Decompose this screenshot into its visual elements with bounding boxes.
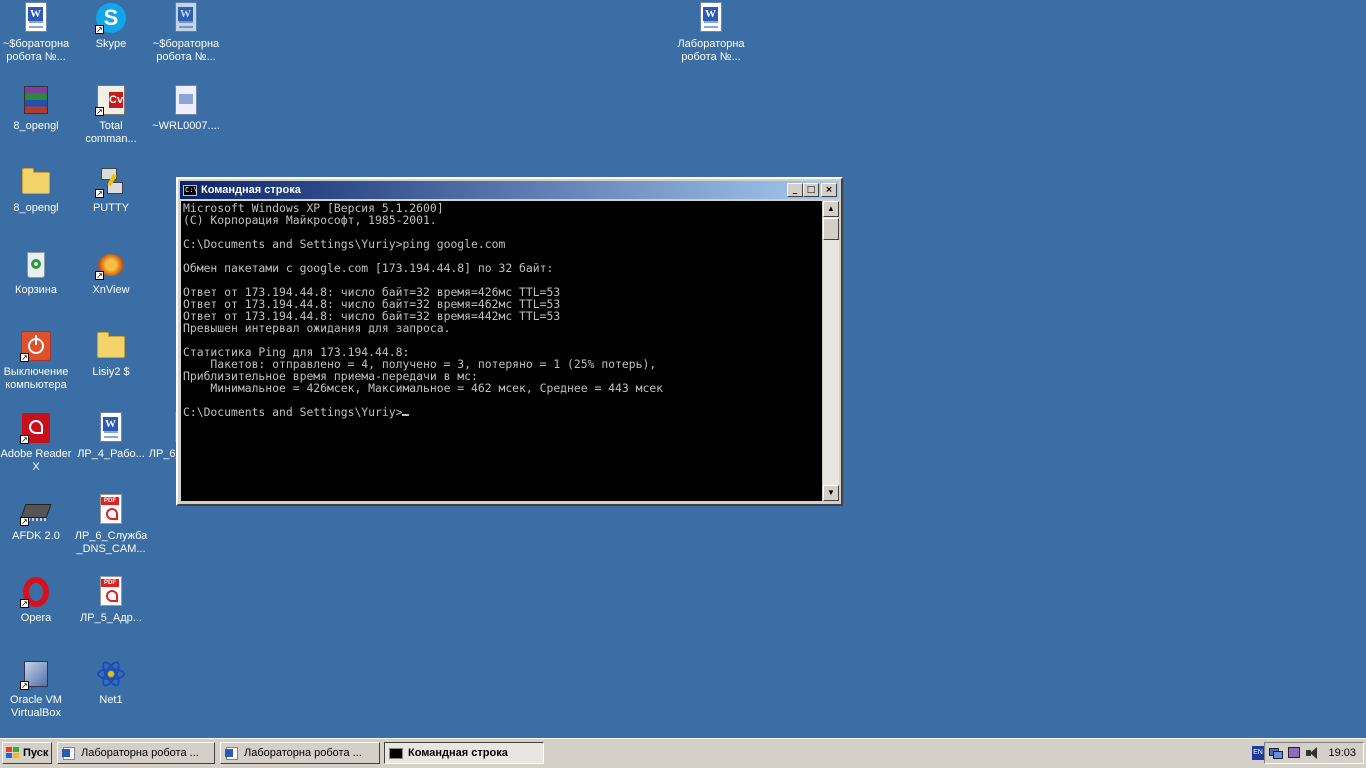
- network-icon[interactable]: [1269, 746, 1283, 759]
- desktop-icon-8-opengl-archive[interactable]: 8_opengl: [0, 82, 74, 160]
- taskbar-item-label: Командная строка: [408, 747, 508, 759]
- start-label: Пуск: [23, 747, 49, 759]
- word-document-icon: W: [20, 2, 52, 34]
- desktop-icon-skype[interactable]: S ↗ Skype: [73, 0, 149, 78]
- desktop-icon-word-temp-2[interactable]: W ~$бораторна робота №...: [148, 0, 224, 78]
- desktop-icon-xnview[interactable]: ↗ XnView: [73, 246, 149, 324]
- close-button[interactable]: ×: [821, 183, 837, 197]
- desktop-icon-afdk[interactable]: ↗ AFDK 2.0: [0, 492, 74, 570]
- word-document-icon: [225, 746, 239, 760]
- volume-icon[interactable]: [1305, 746, 1319, 759]
- taskbar-item-command-prompt[interactable]: Командная строка: [384, 742, 544, 764]
- desktop-icon-adobe-reader[interactable]: ↗ Adobe Reader X: [0, 410, 74, 488]
- icon-label: Adobe Reader X: [0, 448, 72, 473]
- icon-label: Opera: [20, 612, 52, 624]
- start-button[interactable]: Пуск: [2, 742, 52, 764]
- word-document-icon: W: [170, 2, 202, 34]
- desktop-icon-lr6-pdf[interactable]: PDF ЛР_6_Служба_DNS_CAM...: [73, 492, 149, 570]
- pdf-document-icon: PDF: [95, 494, 127, 526]
- maximize-button[interactable]: □: [803, 183, 819, 197]
- total-commander-icon: Cv ↗: [95, 84, 127, 116]
- desktop-icon-putty[interactable]: ↗ PUTTY: [73, 164, 149, 242]
- word-document-icon: W: [95, 412, 127, 444]
- icon-label: Корзина: [15, 284, 57, 296]
- putty-icon: ↗: [95, 166, 127, 198]
- icon-label: Oracle VM VirtualBox: [10, 694, 62, 719]
- icon-label: XnView: [92, 284, 130, 296]
- opera-icon: ↗: [20, 576, 52, 608]
- scroll-up-button[interactable]: ▲: [823, 201, 839, 217]
- icon-label: Net1: [99, 694, 123, 706]
- word-document-icon: W: [695, 2, 727, 34]
- taskbar-item-word-1[interactable]: Лабораторна робота ...: [57, 742, 215, 764]
- virtualbox-icon: ↗: [20, 658, 52, 690]
- taskbar-item-label: Лабораторна робота ...: [81, 747, 199, 759]
- wrl-file-icon: [170, 84, 202, 116]
- recycle-bin-icon: [20, 248, 52, 280]
- icon-label: 8_opengl: [13, 202, 59, 214]
- icon-label: PUTTY: [92, 202, 130, 214]
- desktop-icon-word-temp-1[interactable]: W ~$бораторна робота №...: [0, 0, 74, 78]
- desktop-icon-total-commander[interactable]: Cv ↗ Total comman...: [73, 82, 149, 160]
- word-document-icon: [62, 746, 76, 760]
- window-title: Командная строка: [201, 184, 301, 196]
- folder-icon: [20, 166, 52, 198]
- icon-label: Lisiy2 $: [92, 366, 130, 378]
- scroll-thumb[interactable]: [823, 218, 839, 240]
- pdf-document-icon: PDF: [95, 576, 127, 608]
- icon-label: Выключение компьютера: [3, 366, 69, 391]
- taskbar-item-label: Лабораторна робота ...: [244, 747, 362, 759]
- chip-icon: ↗: [20, 494, 52, 526]
- desktop-icon-net1[interactable]: Net1: [73, 656, 149, 734]
- console-output[interactable]: Microsoft Windows XP [Версия 5.1.2600] (…: [181, 201, 822, 501]
- xnview-icon: ↗: [95, 248, 127, 280]
- atom-icon: [95, 658, 127, 690]
- language-indicator[interactable]: EN: [1252, 746, 1264, 760]
- scroll-down-button[interactable]: ▼: [823, 485, 839, 501]
- minimize-button[interactable]: _: [787, 183, 803, 197]
- console-app-icon: C:\: [183, 184, 198, 196]
- desktop-icon-virtualbox[interactable]: ↗ Oracle VM VirtualBox: [0, 656, 74, 734]
- desktop-icon-wrl-file[interactable]: ~WRL0007....: [148, 82, 224, 160]
- desktop-icon-lr4-doc[interactable]: W ЛР_4_Рабо...: [73, 410, 149, 488]
- skype-icon: S ↗: [95, 2, 127, 34]
- windows-flag-icon: [6, 747, 20, 759]
- taskbar: Пуск Лабораторна робота ... Лабораторна …: [0, 738, 1366, 768]
- system-tray: EN 19:03: [1252, 742, 1364, 764]
- icon-label: Total comman...: [85, 120, 137, 145]
- text-cursor: [402, 414, 410, 416]
- icon-label: ЛР_4_Рабо...: [77, 448, 145, 460]
- console-text: Microsoft Windows XP [Версия 5.1.2600] (…: [183, 201, 664, 419]
- command-prompt-window[interactable]: C:\ Командная строка _ □ × Microsoft Win…: [176, 177, 843, 506]
- desktop-icon-lab-report[interactable]: W Лабораторна робота №...: [673, 0, 749, 78]
- icon-label: Лабораторна робота №...: [677, 38, 745, 63]
- icon-label: ЛР_5_Адр...: [80, 612, 142, 624]
- desktop-icon-lr5-pdf[interactable]: PDF ЛР_5_Адр...: [73, 574, 149, 652]
- desktop-icon-lisiy2-folder[interactable]: Lisiy2 $: [73, 328, 149, 406]
- icon-label: ~$бораторна робота №...: [152, 38, 220, 63]
- window-titlebar[interactable]: C:\ Командная строка _ □ ×: [180, 181, 839, 199]
- icon-label: ~WRL0007....: [152, 120, 220, 132]
- winrar-archive-icon: [20, 84, 52, 116]
- desktop-icon-8-opengl-folder[interactable]: 8_opengl: [0, 164, 74, 242]
- icon-label: ЛР_6_Служба_DNS_CAM...: [74, 530, 148, 555]
- taskbar-item-word-2[interactable]: Лабораторна робота ...: [220, 742, 380, 764]
- icon-label: 8_opengl: [13, 120, 59, 132]
- console-app-icon: [389, 747, 403, 760]
- vertical-scrollbar[interactable]: ▲ ▼: [823, 201, 839, 501]
- clock[interactable]: 19:03: [1328, 747, 1356, 759]
- folder-icon: [95, 330, 127, 362]
- icon-label: ~$бораторна робота №...: [2, 38, 70, 63]
- icon-label: Skype: [95, 38, 127, 50]
- power-off-icon: ↗: [20, 330, 52, 362]
- desktop-icon-recycle-bin[interactable]: Корзина: [0, 246, 74, 324]
- console-prompt: C:\Documents and Settings\Yuriy>: [183, 405, 403, 419]
- adobe-reader-icon: ↗: [20, 412, 52, 444]
- desktop-icon-shutdown[interactable]: ↗ Выключение компьютера: [0, 328, 74, 406]
- tray-app-icon[interactable]: [1287, 746, 1301, 759]
- icon-label: AFDK 2.0: [12, 530, 60, 542]
- desktop-icon-opera[interactable]: ↗ Opera: [0, 574, 74, 652]
